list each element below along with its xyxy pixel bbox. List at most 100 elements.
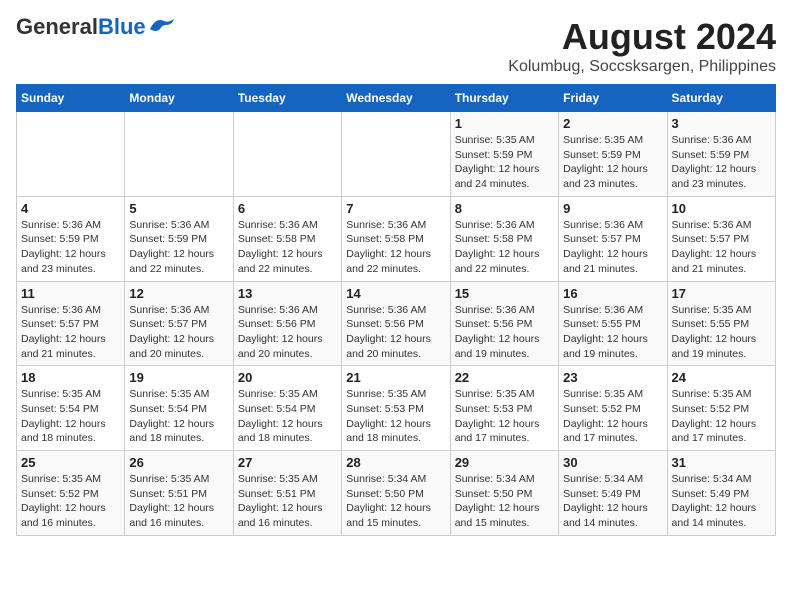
cell-info: Sunrise: 5:36 AM Sunset: 5:58 PM Dayligh… bbox=[455, 218, 554, 277]
cell-info: Sunrise: 5:35 AM Sunset: 5:54 PM Dayligh… bbox=[21, 387, 120, 446]
cell-day-number: 21 bbox=[346, 370, 445, 385]
cell-info: Sunrise: 5:36 AM Sunset: 5:59 PM Dayligh… bbox=[672, 133, 771, 192]
cell-day-number: 20 bbox=[238, 370, 337, 385]
cell-info: Sunrise: 5:34 AM Sunset: 5:50 PM Dayligh… bbox=[455, 472, 554, 531]
calendar-cell: 4 Sunrise: 5:36 AM Sunset: 5:59 PM Daylig… bbox=[17, 196, 125, 281]
day-header-sunday: Sunday bbox=[17, 85, 125, 112]
cell-day-number: 8 bbox=[455, 201, 554, 216]
title-area: August 2024 Kolumbug, Soccsksargen, Phil… bbox=[508, 16, 776, 76]
cell-info: Sunrise: 5:35 AM Sunset: 5:52 PM Dayligh… bbox=[563, 387, 662, 446]
calendar-cell: 14Sunrise: 5:36 AM Sunset: 5:56 PM Dayli… bbox=[342, 281, 450, 366]
cell-day-number: 26 bbox=[129, 455, 228, 470]
cell-info: Sunrise: 5:36 AM Sunset: 5:57 PM Dayligh… bbox=[672, 218, 771, 277]
day-header-tuesday: Tuesday bbox=[233, 85, 341, 112]
cell-info: Sunrise: 5:35 AM Sunset: 5:59 PM Dayligh… bbox=[563, 133, 662, 192]
cell-day-number: 16 bbox=[563, 286, 662, 301]
calendar-body: 1 Sunrise: 5:35 AM Sunset: 5:59 PM Daylig… bbox=[17, 112, 776, 536]
week-row-2: 4 Sunrise: 5:36 AM Sunset: 5:59 PM Daylig… bbox=[17, 196, 776, 281]
calendar: SundayMondayTuesdayWednesdayThursdayFrid… bbox=[16, 84, 776, 536]
cell-info: Sunrise: 5:36 AM Sunset: 5:57 PM Dayligh… bbox=[563, 218, 662, 277]
day-header-monday: Monday bbox=[125, 85, 233, 112]
calendar-cell bbox=[342, 112, 450, 197]
calendar-cell: 6 Sunrise: 5:36 AM Sunset: 5:58 PM Daylig… bbox=[233, 196, 341, 281]
cell-day-number: 19 bbox=[129, 370, 228, 385]
page-subtitle: Kolumbug, Soccsksargen, Philippines bbox=[508, 58, 776, 76]
calendar-cell: 11Sunrise: 5:36 AM Sunset: 5:57 PM Dayli… bbox=[17, 281, 125, 366]
week-row-1: 1 Sunrise: 5:35 AM Sunset: 5:59 PM Daylig… bbox=[17, 112, 776, 197]
calendar-cell: 28Sunrise: 5:34 AM Sunset: 5:50 PM Dayli… bbox=[342, 451, 450, 536]
week-row-5: 25 Sunrise: 5:35 AM Sunset: 5:52 PM Dayli… bbox=[17, 451, 776, 536]
calendar-cell bbox=[125, 112, 233, 197]
calendar-cell: 15 Sunrise: 5:36 AM Sunset: 5:56 PM Dayli… bbox=[450, 281, 558, 366]
calendar-cell: 9 Sunrise: 5:36 AM Sunset: 5:57 PM Daylig… bbox=[559, 196, 667, 281]
cell-info: Sunrise: 5:35 AM Sunset: 5:52 PM Dayligh… bbox=[21, 472, 120, 531]
calendar-cell bbox=[233, 112, 341, 197]
calendar-cell: 26 Sunrise: 5:35 AM Sunset: 5:51 PM Dayli… bbox=[125, 451, 233, 536]
cell-info: Sunrise: 5:36 AM Sunset: 5:59 PM Dayligh… bbox=[129, 218, 228, 277]
day-header-saturday: Saturday bbox=[667, 85, 775, 112]
cell-day-number: 18 bbox=[21, 370, 120, 385]
cell-day-number: 23 bbox=[563, 370, 662, 385]
cell-day-number: 1 bbox=[455, 116, 554, 131]
calendar-cell: 10Sunrise: 5:36 AM Sunset: 5:57 PM Dayli… bbox=[667, 196, 775, 281]
cell-day-number: 15 bbox=[455, 286, 554, 301]
cell-day-number: 3 bbox=[672, 116, 771, 131]
cell-day-number: 2 bbox=[563, 116, 662, 131]
page-title: August 2024 bbox=[508, 16, 776, 58]
calendar-cell: 7 Sunrise: 5:36 AM Sunset: 5:58 PM Daylig… bbox=[342, 196, 450, 281]
cell-info: Sunrise: 5:35 AM Sunset: 5:52 PM Dayligh… bbox=[672, 387, 771, 446]
calendar-cell: 23 Sunrise: 5:35 AM Sunset: 5:52 PM Dayli… bbox=[559, 366, 667, 451]
cell-info: Sunrise: 5:36 AM Sunset: 5:55 PM Dayligh… bbox=[563, 303, 662, 362]
calendar-cell: 5 Sunrise: 5:36 AM Sunset: 5:59 PM Daylig… bbox=[125, 196, 233, 281]
logo-text: GeneralBlue bbox=[16, 16, 146, 38]
cell-day-number: 7 bbox=[346, 201, 445, 216]
calendar-cell: 22Sunrise: 5:35 AM Sunset: 5:53 PM Dayli… bbox=[450, 366, 558, 451]
calendar-cell: 16 Sunrise: 5:36 AM Sunset: 5:55 PM Dayli… bbox=[559, 281, 667, 366]
cell-day-number: 13 bbox=[238, 286, 337, 301]
day-header-thursday: Thursday bbox=[450, 85, 558, 112]
cell-info: Sunrise: 5:36 AM Sunset: 5:56 PM Dayligh… bbox=[455, 303, 554, 362]
cell-info: Sunrise: 5:35 AM Sunset: 5:51 PM Dayligh… bbox=[129, 472, 228, 531]
calendar-cell: 20Sunrise: 5:35 AM Sunset: 5:54 PM Dayli… bbox=[233, 366, 341, 451]
calendar-cell: 2 Sunrise: 5:35 AM Sunset: 5:59 PM Daylig… bbox=[559, 112, 667, 197]
cell-day-number: 25 bbox=[21, 455, 120, 470]
cell-info: Sunrise: 5:35 AM Sunset: 5:55 PM Dayligh… bbox=[672, 303, 771, 362]
calendar-cell bbox=[17, 112, 125, 197]
cell-info: Sunrise: 5:36 AM Sunset: 5:58 PM Dayligh… bbox=[346, 218, 445, 277]
week-row-4: 18 Sunrise: 5:35 AM Sunset: 5:54 PM Dayli… bbox=[17, 366, 776, 451]
cell-info: Sunrise: 5:36 AM Sunset: 5:59 PM Dayligh… bbox=[21, 218, 120, 277]
calendar-cell: 25 Sunrise: 5:35 AM Sunset: 5:52 PM Dayli… bbox=[17, 451, 125, 536]
calendar-cell: 29 Sunrise: 5:34 AM Sunset: 5:50 PM Dayli… bbox=[450, 451, 558, 536]
week-row-3: 11 Sunrise: 5:36 AM Sunset: 5:57 PM Dayli… bbox=[17, 281, 776, 366]
calendar-cell: 24Sunrise: 5:35 AM Sunset: 5:52 PM Dayli… bbox=[667, 366, 775, 451]
day-header-wednesday: Wednesday bbox=[342, 85, 450, 112]
cell-info: Sunrise: 5:34 AM Sunset: 5:49 PM Dayligh… bbox=[672, 472, 771, 531]
cell-day-number: 11 bbox=[21, 286, 120, 301]
cell-info: Sunrise: 5:36 AM Sunset: 5:56 PM Dayligh… bbox=[238, 303, 337, 362]
logo-bird-icon bbox=[148, 15, 176, 35]
calendar-cell: 19 Sunrise: 5:35 AM Sunset: 5:54 PM Dayli… bbox=[125, 366, 233, 451]
cell-day-number: 4 bbox=[21, 201, 120, 216]
logo-blue: Blue bbox=[98, 14, 146, 39]
cell-day-number: 6 bbox=[238, 201, 337, 216]
calendar-cell: 12 Sunrise: 5:36 AM Sunset: 5:57 PM Dayli… bbox=[125, 281, 233, 366]
cell-day-number: 29 bbox=[455, 455, 554, 470]
cell-info: Sunrise: 5:36 AM Sunset: 5:58 PM Dayligh… bbox=[238, 218, 337, 277]
calendar-cell: 18 Sunrise: 5:35 AM Sunset: 5:54 PM Dayli… bbox=[17, 366, 125, 451]
cell-day-number: 12 bbox=[129, 286, 228, 301]
cell-info: Sunrise: 5:36 AM Sunset: 5:57 PM Dayligh… bbox=[129, 303, 228, 362]
calendar-cell: 17 Sunrise: 5:35 AM Sunset: 5:55 PM Dayli… bbox=[667, 281, 775, 366]
cell-day-number: 17 bbox=[672, 286, 771, 301]
logo: GeneralBlue bbox=[16, 16, 176, 38]
logo-general: General bbox=[16, 14, 98, 39]
calendar-cell: 30Sunrise: 5:34 AM Sunset: 5:49 PM Dayli… bbox=[559, 451, 667, 536]
calendar-cell: 8 Sunrise: 5:36 AM Sunset: 5:58 PM Daylig… bbox=[450, 196, 558, 281]
cell-day-number: 22 bbox=[455, 370, 554, 385]
cell-day-number: 5 bbox=[129, 201, 228, 216]
cell-info: Sunrise: 5:35 AM Sunset: 5:53 PM Dayligh… bbox=[346, 387, 445, 446]
cell-day-number: 28 bbox=[346, 455, 445, 470]
cell-day-number: 14 bbox=[346, 286, 445, 301]
calendar-cell: 21 Sunrise: 5:35 AM Sunset: 5:53 PM Dayli… bbox=[342, 366, 450, 451]
cell-info: Sunrise: 5:35 AM Sunset: 5:54 PM Dayligh… bbox=[129, 387, 228, 446]
cell-day-number: 9 bbox=[563, 201, 662, 216]
